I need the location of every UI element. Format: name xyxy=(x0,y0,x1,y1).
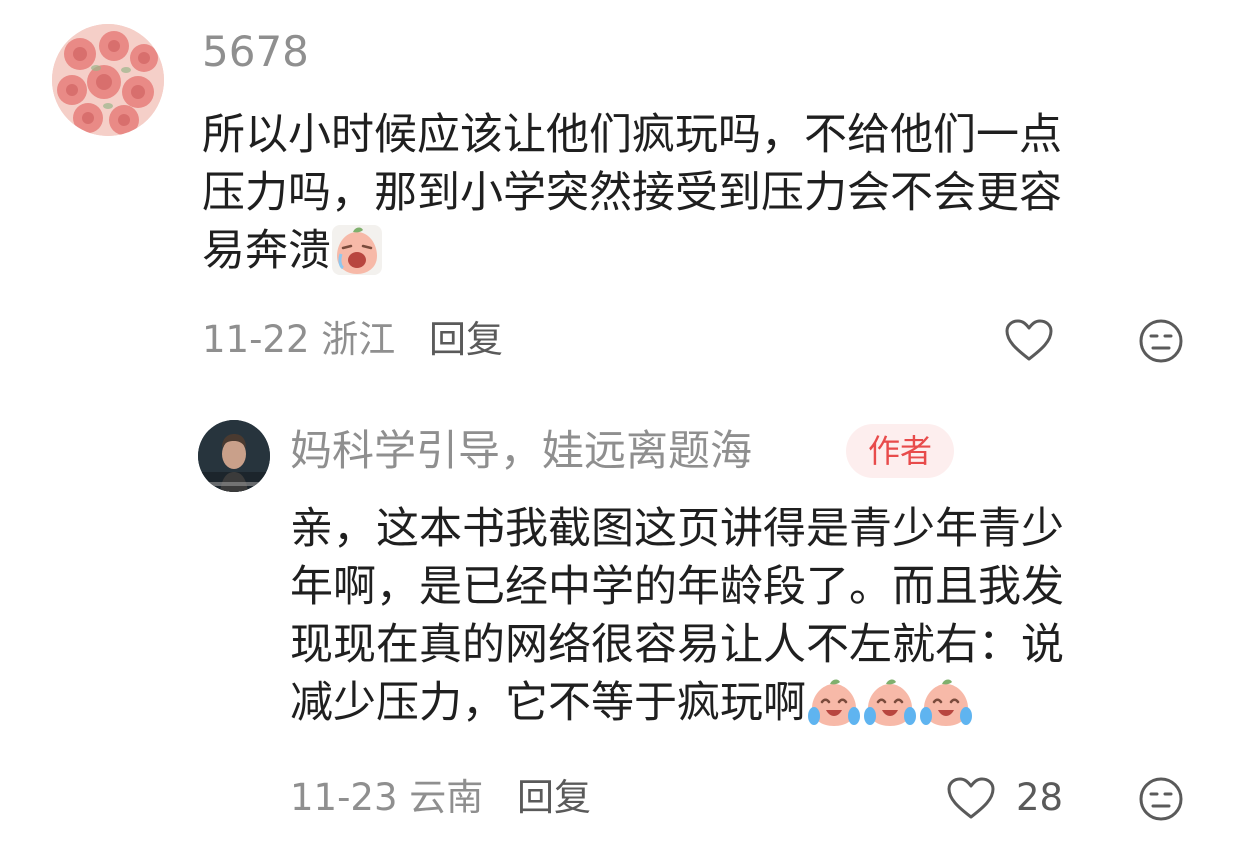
crying-peach-emoji xyxy=(332,224,382,275)
tearful-peach-emoji xyxy=(808,679,860,726)
comment-text-segment: 减少压力，它不等于疯玩啊 xyxy=(290,678,806,728)
comment-text-line: 减少压力，它不等于疯玩啊 xyxy=(290,674,1190,732)
tearful-peach-emoji xyxy=(864,679,916,726)
heart-outline-icon[interactable] xyxy=(946,776,996,820)
comment-username[interactable]: 5678 xyxy=(202,28,309,76)
comment-text-line: 压力吗，那到小学突然接受到压力会不会更容 xyxy=(202,168,1062,218)
comment-text: 所以小时候应该让他们疯玩吗，不给他们一点 压力吗，那到小学突然接受到压力会不会更… xyxy=(202,106,1192,280)
author-badge: 作者 xyxy=(846,424,954,478)
comment-date: 11-23 xyxy=(290,776,398,819)
comment-username[interactable]: 妈科学引导，娃远离题海 xyxy=(290,425,752,477)
comment-meta: 11-23 云南 回复 xyxy=(290,776,591,820)
tearful-peach-emoji xyxy=(920,679,972,726)
comment-text-line: 现现在真的网络很容易让人不左就右：说 xyxy=(290,620,1064,670)
comment-location: 浙江 xyxy=(321,318,396,361)
comment-text-line: 亲，这本书我截图这页讲得是青少年青少 xyxy=(290,504,1064,554)
avatar[interactable] xyxy=(52,24,164,136)
comment-date: 11-22 xyxy=(202,318,310,361)
meh-face-icon[interactable] xyxy=(1138,318,1184,364)
like-count: 28 xyxy=(1016,776,1064,819)
comment-text-line: 所以小时候应该让他们疯玩吗，不给他们一点 xyxy=(202,110,1062,160)
comment-text: 亲，这本书我截图这页讲得是青少年青少 年啊，是已经中学的年龄段了。而且我发 现现… xyxy=(290,500,1190,732)
rose-bouquet-avatar-icon xyxy=(52,24,164,136)
comment-location: 云南 xyxy=(409,776,484,819)
comment-text-segment: 易奔溃 xyxy=(202,226,331,276)
comment-text-line: 易奔溃 xyxy=(202,222,1192,280)
meh-face-icon[interactable] xyxy=(1138,776,1184,822)
reply-button[interactable]: 回复 xyxy=(517,776,591,819)
comment-meta: 11-22 浙江 回复 xyxy=(202,318,503,362)
heart-outline-icon[interactable] xyxy=(1004,318,1054,362)
avatar[interactable] xyxy=(198,420,270,492)
man-portrait-avatar-icon xyxy=(198,420,270,492)
comment-text-line: 年啊，是已经中学的年龄段了。而且我发 xyxy=(290,562,1064,612)
reply-button[interactable]: 回复 xyxy=(429,318,503,361)
